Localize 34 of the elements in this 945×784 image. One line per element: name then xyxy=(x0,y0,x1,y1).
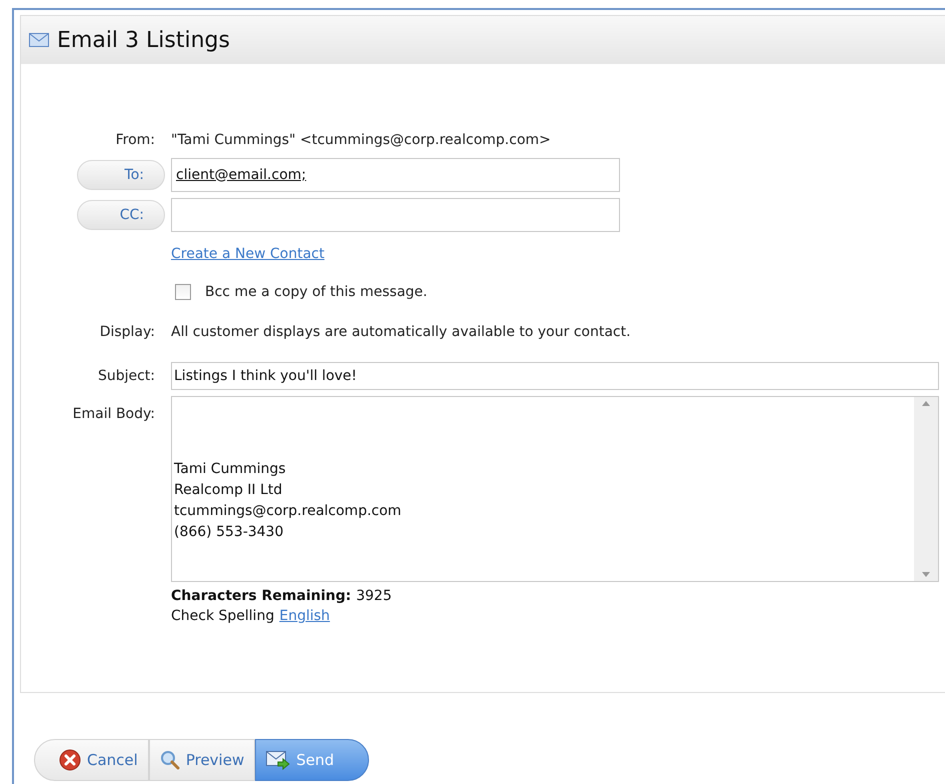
envelope-arrow-icon xyxy=(266,750,290,770)
send-button[interactable]: Send xyxy=(255,739,369,781)
body-line: Realcomp II Ltd xyxy=(174,481,284,500)
body-label: Email Body: xyxy=(72,405,156,424)
from-value: "Tami Cummings" <tcummings@corp.realcomp.com> xyxy=(171,130,551,150)
email-body-field[interactable]: Tami Cummings Realcomp II Ltd tcummings@corp.realcomp.com (866) 553-3430 xyxy=(171,396,939,582)
cc-button[interactable]: CC: xyxy=(77,200,165,230)
bcc-label: Bcc me a copy of this message. xyxy=(205,282,428,302)
display-label: Display: xyxy=(98,322,156,342)
cancel-button[interactable]: Cancel xyxy=(34,739,149,781)
window-title: Email 3 Listings xyxy=(57,26,230,54)
characters-remaining-value: 3925 xyxy=(356,587,392,606)
close-icon xyxy=(59,749,81,771)
display-text: All customer displays are automatically available to your contact. xyxy=(171,322,631,342)
characters-remaining-label: Characters Remaining: xyxy=(171,587,352,606)
language-link[interactable]: English xyxy=(279,606,330,626)
bcc-checkbox[interactable] xyxy=(175,284,191,300)
envelope-icon xyxy=(29,33,49,47)
body-line: tcummings@corp.realcomp.com xyxy=(174,502,402,521)
from-label: From: xyxy=(114,130,156,150)
scroll-down-icon[interactable] xyxy=(922,572,930,577)
subject-label: Subject: xyxy=(96,366,156,386)
cc-field[interactable] xyxy=(171,198,620,232)
scroll-up-icon[interactable] xyxy=(922,401,930,406)
create-contact-link[interactable]: Create a New Contact xyxy=(171,244,324,264)
to-field[interactable]: client@email.com; xyxy=(171,158,620,192)
subject-field[interactable]: Listings I think you'll love! xyxy=(171,362,939,390)
preview-button[interactable]: Preview xyxy=(148,739,256,781)
search-icon xyxy=(160,750,180,770)
body-line: Tami Cummings xyxy=(174,460,287,479)
to-button[interactable]: To: xyxy=(77,160,165,190)
body-line: (866) 553-3430 xyxy=(174,523,284,542)
scrollbar[interactable] xyxy=(914,397,938,581)
check-spelling-label: Check Spelling xyxy=(171,607,274,626)
